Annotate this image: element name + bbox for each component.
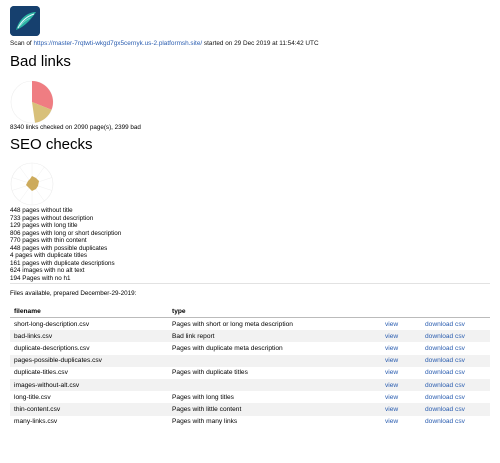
seo-item: 770 pages with thin content [10, 237, 87, 244]
table-row: images-without-alt.csv view download csv [10, 378, 490, 392]
bad-links-pie-chart [10, 80, 54, 124]
type-cell: Pages with little content [168, 403, 381, 416]
type-cell: Pages with duplicate meta description [172, 344, 283, 352]
download-csv-link[interactable]: download csv [425, 369, 465, 376]
download-csv-link[interactable]: download csv [425, 345, 465, 352]
view-link[interactable]: view [385, 406, 398, 413]
filename-cell: duplicate-descriptions.csv [14, 344, 90, 352]
filename-cell: many-links.csv [14, 418, 58, 426]
download-csv-link[interactable]: download csv [425, 357, 465, 364]
seo-item: 733 pages without description [10, 214, 94, 222]
seo-item: 448 pages without title [10, 207, 73, 214]
download-csv-link[interactable]: download csv [425, 418, 465, 425]
type-cell: Pages with duplicate titles [172, 369, 248, 377]
column-header-download [421, 305, 490, 318]
table-row: pages-possible-duplicates.csv view downl… [10, 354, 490, 367]
type-cell: Pages with short or long meta descriptio… [172, 320, 293, 328]
view-link[interactable]: view [385, 369, 398, 376]
filename-cell: long-title.csv [14, 393, 51, 401]
view-link[interactable]: view [385, 394, 398, 401]
download-csv-link[interactable]: download csv [425, 382, 465, 389]
type-cell: Pages with long titles [172, 393, 234, 401]
seo-item: 194 Pages with no h1 [10, 274, 71, 282]
filename-cell: thin-content.csv [10, 403, 168, 416]
filename-cell: images-without-alt.csv [10, 378, 168, 392]
seo-checks-list: 448 pages without title 733 pages withou… [10, 207, 121, 282]
table-row: bad-links.csv Bad link report view downl… [10, 330, 490, 343]
column-header-filename: filename [10, 305, 168, 318]
table-header-row: filename type [10, 305, 490, 318]
files-available-note: Files available, prepared December-29-20… [10, 290, 137, 297]
type-cell: Bad link report [168, 330, 381, 343]
view-link[interactable]: view [385, 345, 398, 352]
download-csv-link[interactable]: download csv [425, 333, 465, 340]
type-cell: Pages with many links [172, 418, 238, 426]
scan-info: Scan of https://master-7rqtwti-wkgd7gx5c… [10, 40, 319, 47]
download-csv-link[interactable]: download csv [425, 406, 465, 413]
filename-cell: duplicate-titles.csv [14, 369, 68, 377]
type-cell [168, 354, 381, 367]
seo-item: 806 pages with long or short description [10, 229, 122, 237]
site-logo [10, 6, 40, 36]
scan-suffix: started on 29 Dec 2019 at 11:54:42 UTC [202, 40, 319, 47]
seo-item: 624 images with no alt text [10, 267, 85, 274]
table-row: many-links.csv Pages with many links vie… [10, 416, 490, 428]
download-csv-link[interactable]: download csv [425, 394, 465, 401]
seo-item: 129 pages with long title [10, 222, 78, 229]
view-link[interactable]: view [385, 382, 398, 389]
seo-item: 4 pages with duplicate titles [10, 252, 88, 259]
table-row: short-long-description.csv Pages with sh… [10, 318, 490, 331]
view-link[interactable]: view [385, 321, 398, 328]
view-link[interactable]: view [385, 357, 398, 364]
scan-prefix: Scan of [10, 40, 34, 47]
filename-cell: pages-possible-duplicates.csv [10, 354, 168, 367]
scan-url-link[interactable]: https://master-7rqtwti-wkgd7gx5cernyk.us… [33, 40, 202, 47]
feather-logo-icon [10, 6, 40, 36]
seo-checks-radar-chart [10, 162, 54, 206]
filename-cell: bad-links.csv [10, 330, 168, 343]
section-divider [10, 283, 490, 284]
bad-links-heading: Bad links [10, 53, 71, 70]
seo-item: 448 pages with possible duplicates [10, 244, 108, 252]
column-header-view [381, 305, 421, 318]
files-table: filename type short-long-description.csv… [10, 305, 490, 428]
table-row: thin-content.csv Pages with little conte… [10, 403, 490, 416]
type-cell [168, 378, 381, 392]
filename-cell: short-long-description.csv [14, 320, 90, 328]
column-header-type: type [168, 305, 381, 318]
seo-item: 161 pages with duplicate descriptions [10, 259, 115, 267]
view-link[interactable]: view [385, 418, 398, 425]
table-row: long-title.csv Pages with long titles vi… [10, 391, 490, 403]
table-row: duplicate-descriptions.csv Pages with du… [10, 342, 490, 354]
download-csv-link[interactable]: download csv [425, 321, 465, 328]
bad-links-summary: 8340 links checked on 2090 page(s), 2399… [10, 124, 141, 131]
table-row: duplicate-titles.csv Pages with duplicat… [10, 367, 490, 379]
seo-checks-heading: SEO checks [10, 136, 93, 153]
view-link[interactable]: view [385, 333, 398, 340]
